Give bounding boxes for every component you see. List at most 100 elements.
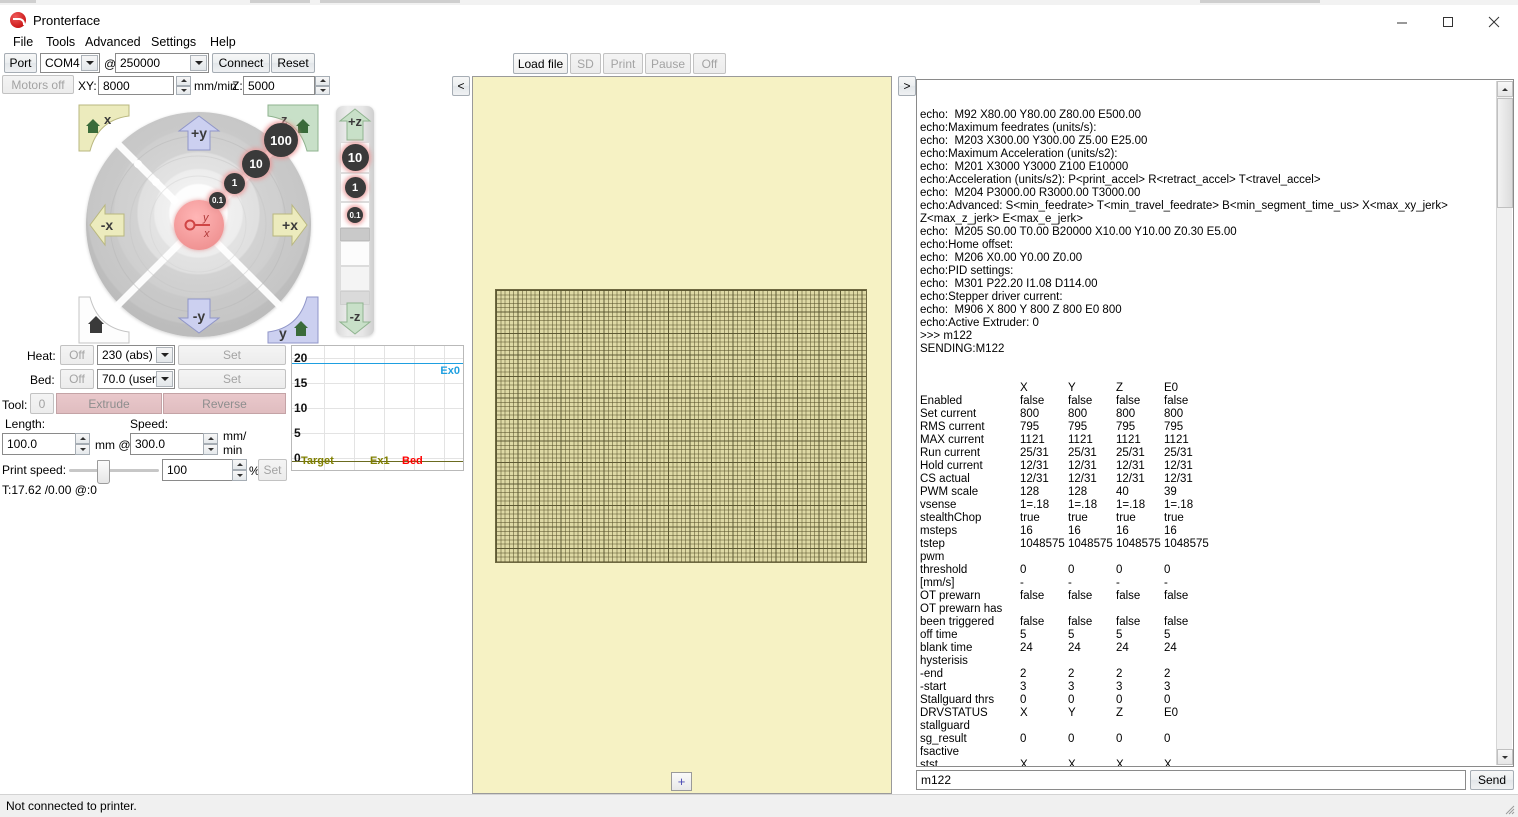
port-select[interactable]: COM4	[40, 53, 100, 73]
spin-up-icon[interactable]	[75, 433, 90, 444]
heat-off-button[interactable]: Off	[60, 345, 94, 365]
extrude-speed-spinner[interactable]	[203, 433, 218, 455]
viewport-collapse-left-button[interactable]: <	[452, 76, 470, 96]
table-cell: true	[1116, 512, 1136, 524]
speed-units-line1: mm/	[223, 429, 247, 443]
reverse-button[interactable]: Reverse	[163, 393, 286, 414]
console-output[interactable]: echo: M92 X80.00 Y80.00 Z80.00 E500.00 ec…	[916, 79, 1514, 767]
graph-ytick-0: 0	[294, 451, 301, 465]
resize-grip-icon[interactable]	[1503, 803, 1515, 815]
close-button[interactable]	[1471, 10, 1517, 34]
print-speed-slider-thumb[interactable]	[97, 460, 110, 484]
print-speed-slider-track[interactable]	[69, 469, 159, 472]
build-plate-viewport[interactable]	[472, 76, 892, 794]
z-step-10-button[interactable]: 10	[340, 142, 370, 173]
print-button[interactable]: Print	[603, 53, 643, 74]
z-feedrate-spinner[interactable]	[315, 76, 330, 95]
table-cell: 16	[1020, 525, 1033, 537]
spin-up-icon[interactable]	[315, 76, 330, 86]
jog-plus-z-button[interactable]: +z	[338, 108, 372, 142]
jog-plus-y-button[interactable]: +y	[172, 115, 226, 151]
print-speed-input[interactable]: 100	[162, 459, 234, 481]
jog-minus-y-button[interactable]: -y	[172, 298, 226, 334]
off-button[interactable]: Off	[693, 53, 726, 74]
extrude-length-input[interactable]: 100.0	[2, 433, 77, 455]
scroll-down-arrow-icon[interactable]	[1497, 749, 1513, 765]
svg-text:y: y	[202, 212, 210, 224]
jog-plus-x-button[interactable]: +x	[272, 198, 308, 252]
table-cell: 25/31	[1020, 447, 1049, 459]
console-scroll-thumb[interactable]	[1497, 98, 1513, 208]
table-row: Set current 800 800 800 800	[920, 408, 1513, 421]
connect-button[interactable]: Connect	[212, 53, 270, 73]
spin-up-icon[interactable]	[203, 433, 218, 444]
add-view-tab-button[interactable]: +	[671, 772, 692, 791]
home-all-button[interactable]	[78, 296, 130, 344]
z-step-1-button[interactable]: 1	[340, 173, 370, 202]
home-x-button[interactable]: x	[78, 104, 130, 152]
extrude-button[interactable]: Extrude	[56, 393, 162, 414]
z-feedrate-input[interactable]: 5000	[243, 76, 315, 95]
menu-file[interactable]: File	[8, 34, 38, 50]
minimize-button[interactable]	[1379, 10, 1425, 34]
z-step-0.1-button[interactable]: 0.1	[340, 202, 370, 228]
motors-off-button[interactable]: Motors off	[2, 75, 74, 94]
xy-step-1-button[interactable]: 1	[224, 173, 245, 194]
bed-off-button[interactable]: Off	[60, 369, 94, 389]
table-row-label: off time	[920, 629, 958, 641]
scroll-up-arrow-icon[interactable]	[1497, 81, 1513, 97]
menu-help[interactable]: Help	[205, 34, 241, 50]
xy-feedrate-spinner[interactable]	[176, 76, 191, 95]
xy-step-0.1-button[interactable]: 0.1	[209, 192, 226, 209]
print-speed-set-button[interactable]: Set	[258, 459, 287, 481]
z-slot-spacer-2[interactable]	[340, 241, 370, 266]
z-jog-control[interactable]: +z 10 1 0.1 -z	[336, 106, 374, 336]
menu-tools[interactable]: Tools	[41, 34, 80, 50]
z-slot-spacer-1[interactable]	[340, 228, 370, 241]
port-button[interactable]: Port	[4, 53, 37, 73]
reset-button[interactable]: Reset	[271, 53, 315, 73]
table-cell: 0	[1020, 694, 1027, 706]
maximize-button[interactable]	[1425, 10, 1471, 34]
console-line: echo: M92 X80.00 Y80.00 Z80.00 E500.00	[920, 109, 1142, 121]
menu-advanced[interactable]: Advanced	[80, 34, 146, 50]
menu-settings[interactable]: Settings	[146, 34, 201, 50]
temperature-graph[interactable]: 20 15 10 5 0 Ex0 Target Ex1 Bed	[291, 345, 464, 471]
console-scrollbar[interactable]	[1496, 81, 1513, 765]
home-y-button[interactable]: y	[267, 296, 319, 344]
heat-temp-select[interactable]: 230 (abs)	[97, 345, 175, 365]
viewport-collapse-right-button[interactable]: >	[898, 76, 916, 96]
sd-button[interactable]: SD	[570, 53, 601, 74]
spin-down-icon[interactable]	[176, 85, 191, 95]
xy-step-10-button[interactable]: 10	[242, 150, 270, 178]
z-slot-spacer-3[interactable]	[340, 266, 370, 291]
jog-minus-x-button[interactable]: -x	[89, 198, 125, 252]
extrude-length-spinner[interactable]	[75, 433, 90, 455]
pause-button[interactable]: Pause	[645, 53, 691, 74]
spin-down-icon[interactable]	[232, 470, 247, 481]
spin-up-icon[interactable]	[176, 76, 191, 86]
baudrate-select[interactable]: 250000	[115, 53, 209, 73]
jog-minus-z-button[interactable]: -z	[338, 302, 372, 335]
xy-feedrate-input[interactable]: 8000	[98, 76, 174, 95]
tool-index-field[interactable]: 0	[30, 393, 54, 414]
pronterface-window: Pronterface File Tools Advanced Settings…	[0, 0, 1518, 817]
spin-down-icon[interactable]	[315, 85, 330, 95]
extrude-speed-input[interactable]: 300.0	[130, 433, 205, 455]
table-cell: 795	[1068, 421, 1088, 433]
table-cell: 12/31	[1116, 460, 1145, 472]
bed-set-button[interactable]: Set	[178, 369, 286, 389]
table-row: OT prewarn false false false false	[920, 590, 1513, 603]
heat-set-button[interactable]: Set	[178, 345, 286, 365]
print-speed-spinner[interactable]	[232, 459, 247, 481]
spin-up-icon[interactable]	[232, 459, 247, 470]
xy-step-100-button[interactable]: 100	[264, 123, 298, 157]
spin-down-icon[interactable]	[75, 444, 90, 455]
send-button[interactable]: Send	[1470, 770, 1514, 790]
bed-temp-select[interactable]: 70.0 (user)	[97, 369, 175, 389]
load-file-button[interactable]: Load file	[513, 53, 568, 74]
spin-down-icon[interactable]	[203, 444, 218, 455]
table-row: Enabled false false false false	[920, 395, 1513, 408]
command-input[interactable]: m122	[916, 770, 1466, 790]
table-row-label: Enabled	[920, 395, 963, 407]
